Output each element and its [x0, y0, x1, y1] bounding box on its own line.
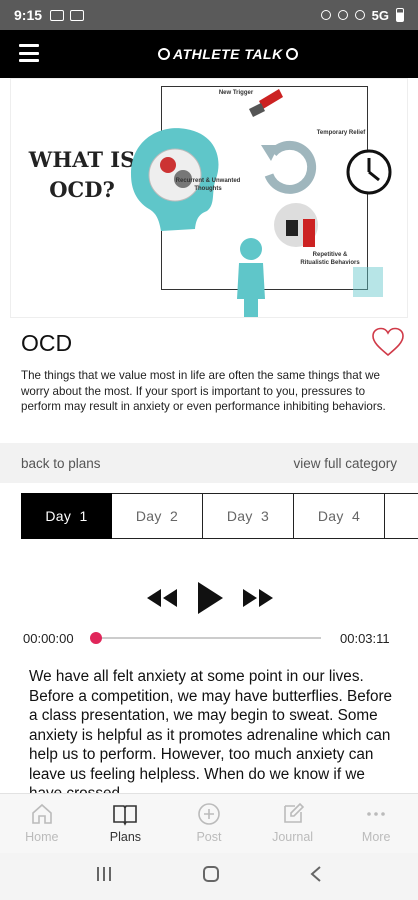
book-icon	[113, 805, 138, 826]
status-right: 5G	[320, 7, 404, 23]
tab-plans[interactable]: Plans	[84, 794, 168, 853]
day-tab-3[interactable]: Day 3	[203, 493, 294, 539]
menu-icon[interactable]	[19, 44, 39, 62]
recent-apps-icon	[96, 867, 111, 881]
tab-more[interactable]: More	[334, 794, 418, 853]
progress-knob[interactable]	[90, 632, 102, 644]
ocd-illustration	[131, 89, 392, 317]
logo-ring-icon	[285, 48, 298, 60]
view-full-category-link[interactable]: view full category	[293, 456, 397, 471]
app-header: ATHLETE TALK	[0, 30, 418, 78]
tab-home[interactable]: Home	[0, 794, 84, 853]
day-tab-1[interactable]: Day 1	[21, 493, 112, 539]
hero-label-new-trigger: New Trigger	[218, 90, 254, 96]
tab-post-label: Post	[196, 830, 222, 844]
app-logo: ATHLETE TALK	[158, 46, 298, 62]
tab-home-label: Home	[25, 830, 59, 844]
logo-ring-icon	[158, 48, 170, 60]
home-button-icon	[202, 866, 219, 882]
progress-track[interactable]	[96, 637, 321, 639]
favorite-heart-icon[interactable]	[371, 327, 405, 357]
tab-more-label: More	[361, 830, 391, 844]
location-icon	[354, 10, 365, 20]
tab-journal-label: Journal	[272, 830, 314, 844]
message-icon	[50, 9, 65, 21]
system-navigation-bar	[0, 853, 418, 900]
back-chevron-icon	[310, 866, 321, 882]
edit-icon	[283, 802, 304, 823]
status-bar: 9:15 5G	[0, 0, 418, 30]
plan-title: OCD	[21, 330, 73, 356]
elapsed-time: 00:00:00	[23, 631, 74, 646]
day-selector: Day 1 Day 2 Day 3 Day 4	[21, 493, 418, 539]
logo-text: ATHLETE TALK	[173, 46, 283, 62]
person-icon	[240, 238, 262, 260]
audio-controls	[145, 578, 275, 618]
recent-apps-button[interactable]	[95, 866, 113, 887]
back-button[interactable]	[309, 865, 323, 888]
fast-forward-icon[interactable]	[241, 587, 275, 609]
hero-label-recurrent-thoughts: Recurrent & Unwanted Thoughts	[175, 178, 241, 192]
tab-post[interactable]: Post	[167, 794, 251, 853]
plus-circle-icon	[198, 803, 220, 825]
mute-icon	[337, 10, 348, 20]
plan-description: The things that we value most in life ar…	[21, 369, 386, 414]
gallery-icon	[70, 9, 85, 21]
more-icon	[367, 812, 385, 816]
hero-label-repetitive-behaviors: Repetitive & Ritualistic Behaviors	[300, 252, 360, 266]
total-duration: 00:03:11	[340, 631, 390, 646]
play-icon[interactable]	[195, 580, 225, 616]
bottom-tab-bar: Home Plans Post Journal More	[0, 793, 418, 853]
status-time: 9:15	[14, 7, 43, 23]
battery-icon	[396, 8, 404, 22]
plan-nav-row: back to plans view full category	[0, 443, 418, 483]
notification-icons	[50, 9, 85, 21]
network-label: 5G	[371, 7, 389, 23]
tab-journal[interactable]: Journal	[251, 794, 335, 853]
hero-label-temporary-relief: Temporary Relief	[316, 130, 366, 136]
transcript-text: We have all felt anxiety at some point i…	[29, 668, 393, 797]
alarm-icon	[320, 10, 331, 20]
hero-image: WHAT IS OCD? New Trigger Temporary Relie…	[10, 78, 408, 318]
day-tab-5[interactable]	[385, 493, 418, 539]
day-tab-4[interactable]: Day 4	[294, 493, 385, 539]
rewind-icon[interactable]	[145, 587, 179, 609]
tab-plans-label: Plans	[109, 830, 142, 844]
day-tab-2[interactable]: Day 2	[112, 493, 203, 539]
home-icon	[31, 803, 52, 824]
back-to-plans-link[interactable]: back to plans	[21, 456, 101, 471]
home-button[interactable]	[202, 865, 220, 888]
